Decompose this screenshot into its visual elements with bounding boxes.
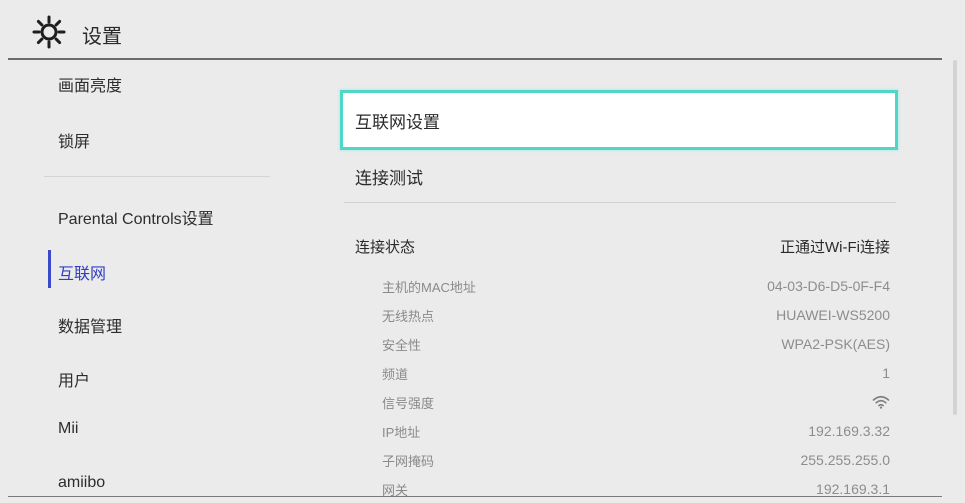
connection-status-value: 正通过Wi-Fi连接	[780, 239, 890, 256]
internet-settings-button[interactable]: 互联网设置	[340, 90, 898, 150]
info-value: 255.255.255.0	[800, 452, 890, 468]
connection-status-row: 连接状态 正通过Wi-Fi连接	[355, 236, 890, 257]
info-value: HUAWEI-WS5200	[776, 307, 890, 323]
info-value: WPA2-PSK(AES)	[781, 336, 890, 352]
sidebar-item-data-management[interactable]: 数据管理	[58, 313, 122, 337]
wifi-signal-icon	[872, 395, 890, 409]
footer-divider	[8, 496, 942, 497]
info-value: 192.169.3.1	[816, 481, 890, 496]
gear-icon	[32, 15, 66, 49]
page-title: 设置	[82, 26, 122, 48]
info-label: 网关	[382, 482, 409, 497]
info-label: 子网掩码	[382, 453, 435, 469]
sidebar-item-mii[interactable]: Mii	[58, 420, 78, 438]
info-value: 1	[882, 365, 890, 381]
sidebar-item-lock-screen[interactable]: 锁屏	[58, 128, 90, 152]
sidebar: 画面亮度 锁屏 Parental Controls设置 互联网 数据管理 用户 …	[0, 60, 300, 496]
main-divider	[344, 202, 896, 203]
sidebar-item-internet[interactable]: 互联网	[58, 260, 106, 284]
info-row-mac: 主机的MAC地址 04-03-D6-D5-0F-F4	[382, 276, 890, 296]
sidebar-item-amiibo[interactable]: amiibo	[58, 474, 105, 492]
sidebar-active-indicator	[48, 250, 51, 288]
info-row-ssid: 无线热点 HUAWEI-WS5200	[382, 305, 890, 325]
header-bar: 设置	[0, 0, 965, 60]
main-panel: 互联网设置 连接测试 连接状态 正通过Wi-Fi连接 主机的MAC地址 04-0…	[300, 60, 942, 496]
info-value: 04-03-D6-D5-0F-F4	[767, 278, 890, 294]
sidebar-item-parental-controls[interactable]: Parental Controls设置	[58, 205, 214, 229]
info-label: 无线热点	[382, 308, 435, 324]
info-row-gateway: 网关 192.169.3.1	[382, 479, 890, 496]
info-label: 主机的MAC地址	[382, 279, 476, 295]
info-row-ip: IP地址 192.169.3.32	[382, 421, 890, 441]
info-row-subnet: 子网掩码 255.255.255.0	[382, 450, 890, 470]
sidebar-item-users[interactable]: 用户	[58, 367, 90, 391]
sidebar-divider	[44, 176, 270, 177]
internet-settings-label: 互联网设置	[355, 112, 440, 132]
connection-test-button[interactable]: 连接测试	[340, 146, 898, 206]
info-row-security: 安全性 WPA2-PSK(AES)	[382, 334, 890, 354]
info-label: IP地址	[382, 424, 421, 440]
info-label: 安全性	[382, 337, 422, 353]
connection-status-label: 连接状态	[355, 239, 416, 256]
info-row-signal: 信号强度	[382, 392, 890, 412]
sidebar-item-brightness[interactable]: 画面亮度	[58, 72, 122, 96]
info-label: 频道	[382, 366, 409, 382]
info-row-channel: 频道 1	[382, 363, 890, 383]
info-value: 192.169.3.32	[808, 423, 890, 439]
connection-test-label: 连接测试	[355, 168, 423, 188]
scrollbar[interactable]	[953, 60, 957, 415]
info-label: 信号强度	[382, 395, 435, 411]
